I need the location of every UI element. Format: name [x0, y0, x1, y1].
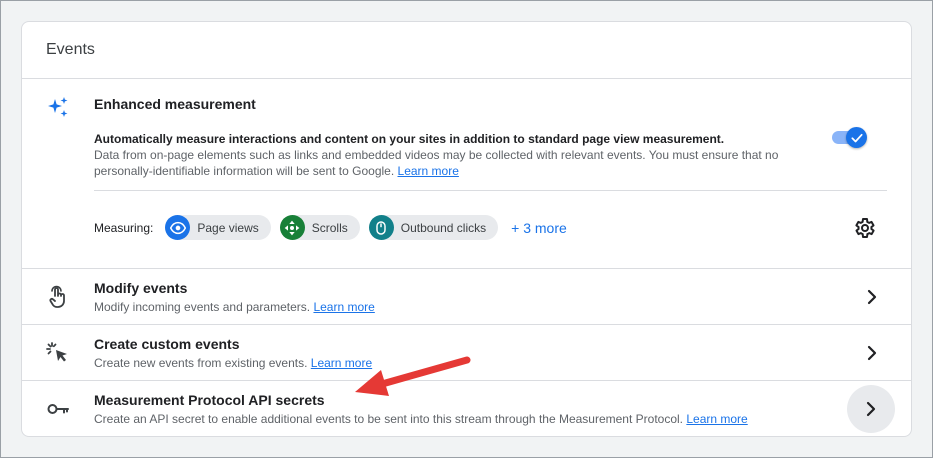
row-title: Measurement Protocol API secrets: [94, 392, 325, 408]
scroll-arrows-icon: [279, 215, 305, 240]
row-description: Modify incoming events and parameters.: [94, 300, 311, 314]
row-description: Create new events from existing events.: [94, 356, 308, 370]
more-measurements-link[interactable]: + 3 more: [511, 220, 567, 236]
key-icon: [47, 404, 69, 414]
chip-scrolls: Scrolls: [279, 215, 360, 240]
chevron-right-icon[interactable]: [860, 341, 884, 365]
row-subtitle: Create an API secret to enable additiona…: [94, 412, 748, 426]
chip-outbound-clicks: Outbound clicks: [368, 215, 499, 240]
row-description: Create an API secret to enable additiona…: [94, 412, 684, 426]
measurement-protocol-learn-more-link[interactable]: Learn more: [686, 412, 747, 426]
enhanced-measurement-description: Automatically measure interactions and c…: [94, 131, 834, 179]
modify-events-learn-more-link[interactable]: Learn more: [313, 300, 374, 314]
chip-label: Scrolls: [311, 220, 348, 235]
mouse-icon: [368, 215, 394, 240]
card-header: Events: [22, 22, 911, 79]
section-divider: [94, 190, 887, 191]
chip-label: Outbound clicks: [400, 220, 487, 235]
modify-events-row[interactable]: Modify events Modify incoming events and…: [22, 269, 911, 325]
toggle-thumb: [846, 127, 867, 148]
chevron-right-icon[interactable]: [860, 285, 884, 309]
measuring-label: Measuring:: [94, 220, 154, 235]
chevron-right-icon: [866, 401, 876, 417]
enhanced-measurement-toggle[interactable]: [832, 127, 868, 148]
touch-hand-icon: [49, 285, 65, 308]
chip-label: Page views: [197, 220, 259, 235]
events-card: Events Enhanced measurement Automaticall…: [21, 21, 912, 437]
enhanced-measurement-summary: Automatically measure interactions and c…: [94, 132, 725, 146]
gear-icon[interactable]: [852, 216, 876, 240]
measurement-protocol-row[interactable]: Measurement Protocol API secrets Create …: [22, 381, 911, 436]
check-icon: [850, 133, 863, 142]
card-title: Events: [46, 41, 95, 58]
cursor-click-icon: [46, 342, 67, 362]
eye-icon: [165, 215, 191, 240]
row-subtitle: Modify incoming events and parameters. L…: [94, 300, 375, 314]
measuring-row: Measuring: Page views Scrolls Outbound c…: [94, 215, 567, 240]
enhanced-measurement-title: Enhanced measurement: [94, 96, 256, 112]
sparkle-icon: [48, 97, 68, 117]
chip-page-views: Page views: [165, 215, 271, 240]
enhanced-learn-more-link[interactable]: Learn more: [398, 164, 459, 178]
row-title: Modify events: [94, 280, 188, 296]
create-custom-events-learn-more-link[interactable]: Learn more: [311, 356, 372, 370]
enhanced-measurement-section: Enhanced measurement Automatically measu…: [22, 79, 911, 269]
row-subtitle: Create new events from existing events. …: [94, 356, 372, 370]
chevron-button-hover[interactable]: [847, 385, 895, 433]
row-title: Create custom events: [94, 336, 240, 352]
create-custom-events-row[interactable]: Create custom events Create new events f…: [22, 325, 911, 381]
